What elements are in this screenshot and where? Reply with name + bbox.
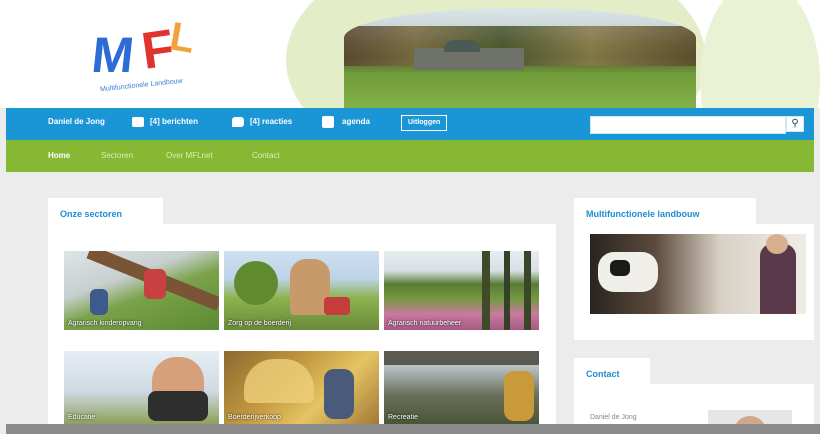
- agenda-link[interactable]: agenda: [342, 117, 370, 126]
- sector-tile[interactable]: Recreatie: [384, 351, 539, 424]
- header-photo: [344, 8, 696, 108]
- ml-title: Multifunctionele landbouw: [586, 209, 700, 219]
- mfl-logo[interactable]: M F L Multifunctionele Landbouw: [89, 14, 212, 98]
- sector-tile[interactable]: Agrarisch natuurbeheer: [384, 251, 539, 330]
- sector-caption: Agrarisch kinderopvang: [68, 320, 142, 327]
- sections-tab: Onze sectoren: [48, 198, 163, 224]
- nav-contact[interactable]: Contact: [252, 151, 280, 160]
- envelope-icon[interactable]: [132, 117, 144, 127]
- sector-tile[interactable]: Educatie: [64, 351, 219, 424]
- logo-letter-m: M: [89, 27, 131, 83]
- calendar-icon[interactable]: [322, 116, 334, 128]
- search-button[interactable]: ⚲: [786, 116, 804, 132]
- user-name-link[interactable]: Daniel de Jong: [48, 117, 105, 126]
- sector-caption: Agrarisch natuurbeheer: [388, 320, 462, 327]
- nav-home[interactable]: Home: [48, 151, 70, 160]
- speech-bubble-icon[interactable]: [232, 117, 244, 127]
- logout-button[interactable]: Uitloggen: [401, 115, 448, 131]
- ml-tab: Multifunctionele landbouw: [574, 198, 756, 224]
- contact-name: Daniel de Jong: [590, 414, 637, 421]
- sector-caption: Zorg op de boerderij: [228, 320, 292, 327]
- sector-tile[interactable]: Boerderijverkoop: [224, 351, 379, 424]
- magnifier-icon: ⚲: [791, 118, 799, 129]
- nav-over-mflnet[interactable]: Over MFLnet: [166, 151, 213, 160]
- main-nav: Home Sectoren Over MFLnet Contact: [6, 140, 814, 172]
- messages-link[interactable]: [4] berichten: [150, 117, 198, 126]
- ml-photo[interactable]: [590, 234, 806, 314]
- logo-letter-l: L: [166, 14, 199, 62]
- nav-sectoren[interactable]: Sectoren: [101, 151, 133, 160]
- reactions-link[interactable]: [4] reacties: [250, 117, 292, 126]
- user-toolbar: Daniel de Jong [4] berichten [4] reactie…: [6, 108, 814, 140]
- sector-tile[interactable]: Zorg op de boerderij: [224, 251, 379, 330]
- sector-caption: Recreatie: [388, 414, 418, 421]
- sector-caption: Educatie: [68, 414, 96, 421]
- contact-title: Contact: [586, 369, 620, 379]
- sections-title: Onze sectoren: [60, 209, 123, 219]
- bottom-scroll-strip: [6, 424, 820, 434]
- sections-panel: Agrarisch kinderopvang Zorg op de boerde…: [48, 224, 556, 424]
- header-swoosh-right: [700, 0, 820, 108]
- search-input[interactable]: [590, 116, 786, 134]
- contact-tab: Contact: [574, 358, 650, 384]
- site-header: M F L Multifunctionele Landbouw: [0, 0, 820, 108]
- sector-caption: Boerderijverkoop: [228, 414, 281, 421]
- sector-tile[interactable]: Agrarisch kinderopvang: [64, 251, 219, 330]
- ml-panel: [574, 224, 814, 340]
